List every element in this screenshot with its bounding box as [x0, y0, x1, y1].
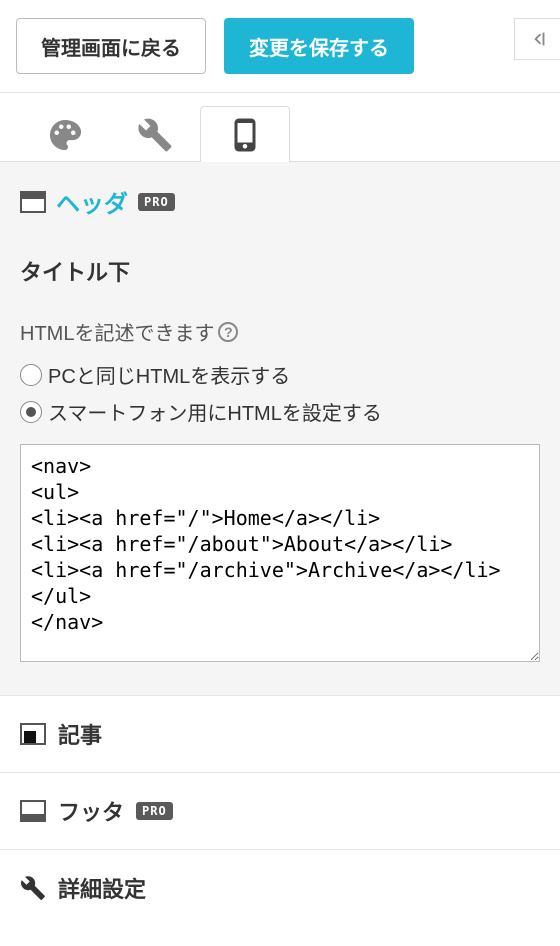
article-layout-icon — [20, 723, 46, 745]
palette-icon — [47, 117, 83, 153]
wrench-icon — [137, 117, 173, 153]
radio-indicator — [20, 401, 42, 423]
tab-tools[interactable] — [110, 106, 200, 162]
html-textarea[interactable] — [20, 444, 540, 662]
section-label: フッタ — [58, 795, 124, 827]
collapse-panel-button[interactable] — [514, 18, 560, 60]
wrench-icon — [20, 875, 46, 901]
panel-header: ヘッダ PRO タイトル下 HTMLを記述できます ? PCと同じHTMLを表示… — [0, 162, 560, 696]
radio-label: PCと同じHTMLを表示する — [48, 360, 290, 389]
tab-bar — [0, 93, 560, 162]
section-label: 詳細設定 — [58, 872, 146, 904]
radio-indicator — [20, 364, 42, 386]
radio-smartphone-custom[interactable]: スマートフォン用にHTMLを設定する — [20, 397, 540, 426]
top-toolbar: 管理画面に戻る 変更を保存する — [0, 0, 560, 93]
help-icon[interactable]: ? — [218, 322, 238, 342]
radio-label: スマートフォン用にHTMLを設定する — [48, 397, 382, 426]
pro-badge: PRO — [138, 193, 175, 211]
save-button[interactable]: 変更を保存する — [224, 18, 414, 74]
section-subtitle: タイトル下 — [20, 255, 540, 287]
panel-header-row: ヘッダ PRO — [20, 184, 540, 219]
section-advanced[interactable]: 詳細設定 — [0, 850, 560, 926]
tab-mobile[interactable] — [200, 106, 290, 162]
tab-design[interactable] — [20, 106, 110, 162]
pro-badge: PRO — [136, 802, 173, 820]
collapse-icon — [527, 28, 549, 50]
section-label: 記事 — [58, 718, 102, 750]
help-text: HTMLを記述できます — [20, 317, 214, 346]
section-article[interactable]: 記事 — [0, 696, 560, 773]
back-button[interactable]: 管理画面に戻る — [16, 18, 206, 74]
phone-icon — [227, 117, 263, 153]
help-text-row: HTMLを記述できます ? — [20, 317, 540, 346]
header-layout-icon — [20, 191, 46, 213]
panel-title-link[interactable]: ヘッダ — [56, 184, 128, 219]
radio-same-as-pc[interactable]: PCと同じHTMLを表示する — [20, 360, 540, 389]
footer-layout-icon — [20, 800, 46, 822]
section-footer[interactable]: フッタ PRO — [0, 773, 560, 850]
